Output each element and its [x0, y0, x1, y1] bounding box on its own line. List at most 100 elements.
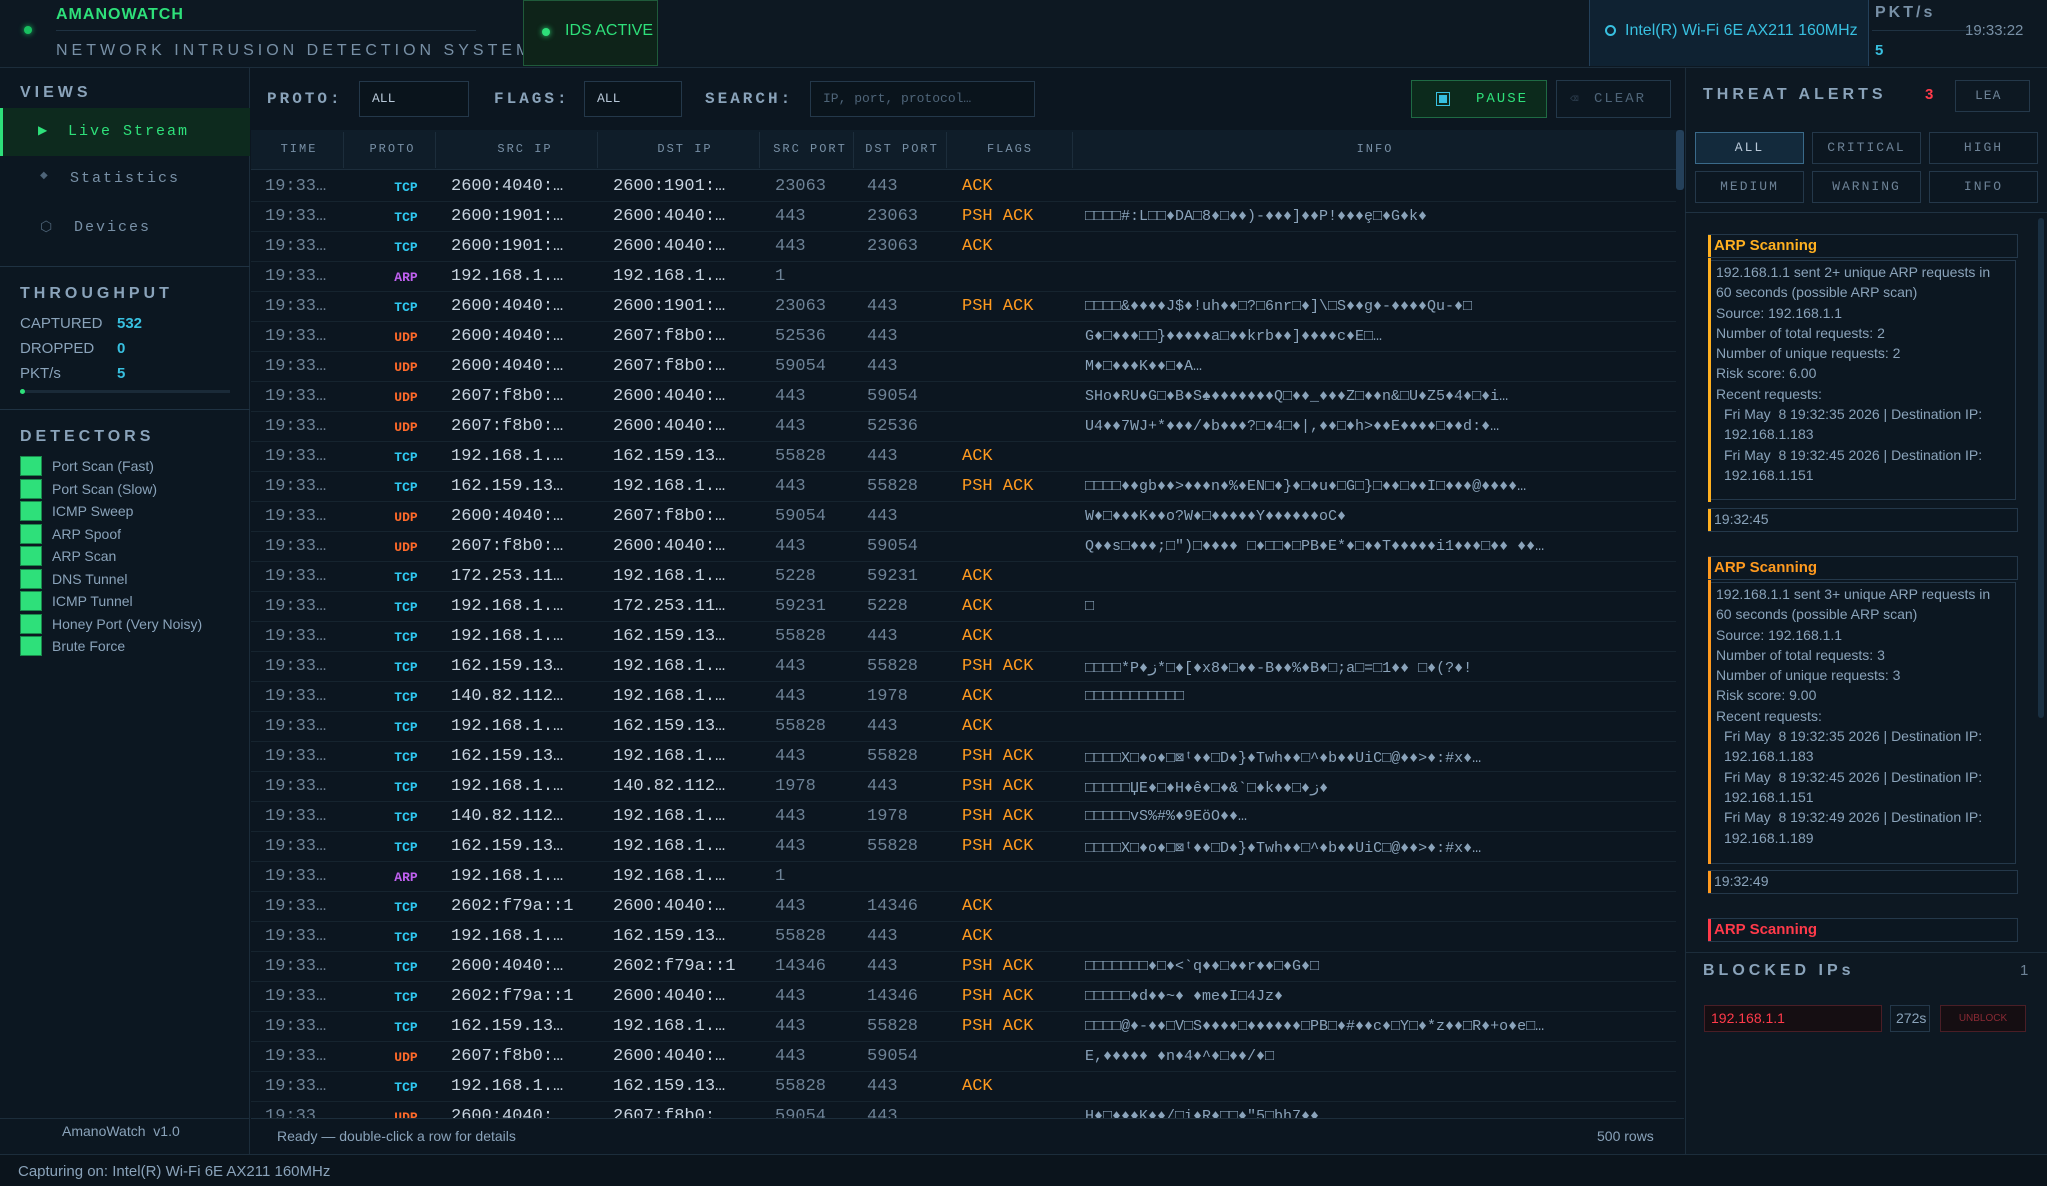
cell-info: □□□□□♦d♦♦~♦ ♦me♦I□4Jz♦: [1085, 988, 1284, 1005]
table-row[interactable]: 19:33… TCP 192.168.1.… 162.159.13… 55828 443 A…: [251, 1072, 1676, 1102]
table-row[interactable]: 19:33… UDP 2607:f8b0:… 2600:4040:… 443 59054 E…: [251, 1042, 1676, 1072]
table-row[interactable]: 19:33… UDP 2600:4040:… 2607:f8b0:… 59054 443 H…: [251, 1102, 1676, 1118]
cell-proto: TCP: [394, 660, 418, 675]
filter-chip-warning[interactable]: WARNING: [1812, 171, 1921, 203]
cell-info: E,♦♦♦♦♦ ♦n♦4♦^♦□♦♦/♦□: [1085, 1048, 1275, 1065]
col-info[interactable]: INFO: [1345, 142, 1405, 156]
table-row[interactable]: 19:33… TCP 2600:1901:… 2600:4040:… 443 23063 A…: [251, 232, 1676, 262]
table-row[interactable]: 19:33… TCP 2600:4040:… 2600:1901:… 23063 443 A…: [251, 172, 1676, 202]
sidebar-item-devices[interactable]: Devices: [74, 219, 151, 236]
alert-request-line: 192.168.1.151: [1724, 788, 1814, 805]
alert-request-line: 192.168.1.189: [1724, 829, 1814, 846]
table-row[interactable]: 19:33… TCP 172.253.11… 192.168.1.… 5228 59231…: [251, 562, 1676, 592]
cell-src-ip: 162.159.13…: [451, 1017, 564, 1036]
col-proto[interactable]: PROTO: [365, 142, 420, 156]
cell-proto: UDP: [394, 1050, 418, 1065]
interface-label[interactable]: Intel(R) Wi-Fi 6E AX211 160MHz: [1625, 22, 1858, 40]
col-src-port[interactable]: SRC PORT: [765, 142, 855, 156]
table-row[interactable]: 19:33… TCP 162.159.13… 192.168.1.… 443 55828 P…: [251, 1012, 1676, 1042]
divider: [946, 132, 947, 168]
detector-toggle[interactable]: [20, 456, 42, 476]
capture-status: Capturing on: Intel(R) Wi-Fi 6E AX211 16…: [18, 1163, 331, 1180]
divider: [759, 132, 760, 168]
filter-chip-critical[interactable]: CRITICAL: [1812, 132, 1921, 164]
col-dst-ip[interactable]: DST IP: [640, 142, 730, 156]
table-row[interactable]: 19:33… TCP 162.159.13… 192.168.1.… 443 55828 P…: [251, 652, 1676, 682]
cell-time: 19:33…: [265, 177, 327, 196]
sidebar-item-statistics[interactable]: Statistics: [70, 170, 180, 187]
table-row[interactable]: 19:33… UDP 2607:f8b0:… 2600:4040:… 443 52536 U…: [251, 412, 1676, 442]
table-scrollbar[interactable]: [1676, 130, 1684, 190]
col-flags[interactable]: FLAGS: [975, 142, 1045, 156]
alert-title: ARP Scanning: [1714, 559, 1818, 576]
cell-src-ip: 192.168.1.…: [451, 927, 564, 946]
table-row[interactable]: 19:33… UDP 2600:4040:… 2607:f8b0:… 59054 443 M…: [251, 352, 1676, 382]
table-row[interactable]: 19:33… TCP 192.168.1.… 172.253.11… 59231 5228…: [251, 592, 1676, 622]
table-row[interactable]: 19:33… TCP 192.168.1.… 162.159.13… 55828 443 A…: [251, 622, 1676, 652]
cell-info: W♦□♦♦♦K♦♦o?W♦□♦♦♦♦♦Y♦♦♦♦♦♦oC♦: [1085, 508, 1347, 525]
detector-label: Honey Port (Very Noisy): [52, 615, 203, 632]
sidebar-item-label[interactable]: Live Stream: [68, 123, 189, 140]
detector-toggle[interactable]: [20, 591, 42, 611]
table-row[interactable]: 19:33… TCP 162.159.13… 192.168.1.… 443 55828 P…: [251, 472, 1676, 502]
table-row[interactable]: 19:33… TCP 2600:4040:… 2602:f79a::1 14346 443…: [251, 952, 1676, 982]
table-row[interactable]: 19:33… TCP 192.168.1.… 162.159.13… 55828 443 A…: [251, 712, 1676, 742]
clear-alerts-label[interactable]: LEA: [1975, 88, 2001, 103]
col-dst-port[interactable]: DST PORT: [857, 142, 947, 156]
table-row[interactable]: 19:33… TCP 192.168.1.… 162.159.13… 55828 443 A…: [251, 442, 1676, 472]
table-row[interactable]: 19:33… ARP 192.168.1.… 192.168.1.… 1: [251, 862, 1676, 892]
clear-button-label[interactable]: ⌫ CLEAR: [1570, 91, 1644, 108]
cell-time: 19:33…: [265, 747, 327, 766]
table-row[interactable]: 19:33… TCP 2602:f79a::1 2600:4040:… 443 14346…: [251, 892, 1676, 922]
alert-line: Risk score: 9.00: [1716, 687, 1817, 704]
cell-src-port: 1978: [775, 777, 816, 796]
cell-flags: ACK: [962, 177, 993, 196]
filter-chip-all[interactable]: ALL: [1695, 132, 1804, 164]
table-row[interactable]: 19:33… TCP 162.159.13… 192.168.1.… 443 55828 P…: [251, 742, 1676, 772]
cell-src-port: 443: [775, 417, 806, 436]
table-row[interactable]: 19:33… TCP 192.168.1.… 162.159.13… 55828 443 A…: [251, 922, 1676, 952]
cell-src-port: 443: [775, 477, 806, 496]
table-row[interactable]: 19:33… TCP 140.82.112… 192.168.1.… 443 1978 AC…: [251, 682, 1676, 712]
table-row[interactable]: 19:33… ARP 192.168.1.… 192.168.1.… 1: [251, 262, 1676, 292]
table-row[interactable]: 19:33… TCP 2600:4040:… 2600:1901:… 23063 443 P…: [251, 292, 1676, 322]
alert-title: ARP Scanning: [1714, 237, 1818, 254]
col-src-ip[interactable]: SRC IP: [480, 142, 570, 156]
cell-flags: ACK: [962, 897, 993, 916]
table-row[interactable]: 19:33… TCP 192.168.1.… 140.82.112… 1978 443 PS…: [251, 772, 1676, 802]
detector-toggle[interactable]: [20, 636, 42, 656]
alerts-scrollbar[interactable]: [2038, 218, 2044, 718]
detector-toggle[interactable]: [20, 523, 42, 544]
table-row[interactable]: 19:33… TCP 2602:f79a::1 2600:4040:… 443 14346…: [251, 982, 1676, 1012]
table-row[interactable]: 19:33… TCP 162.159.13… 192.168.1.… 443 55828 P…: [251, 832, 1676, 862]
detector-toggle[interactable]: [20, 546, 42, 566]
clear-label-text[interactable]: CLEAR: [1594, 91, 1646, 107]
table-row[interactable]: 19:33… UDP 2600:4040:… 2607:f8b0:… 52536 443 G…: [251, 322, 1676, 352]
filter-chip-medium[interactable]: MEDIUM: [1695, 171, 1804, 203]
pause-button-label[interactable]: PAUSE: [1476, 91, 1528, 107]
detector-toggle[interactable]: [20, 568, 42, 589]
filter-chip-high[interactable]: HIGH: [1929, 132, 2038, 164]
table-row[interactable]: 19:33… UDP 2607:f8b0:… 2600:4040:… 443 59054 S…: [251, 382, 1676, 412]
proto-select[interactable]: ALL: [359, 81, 469, 117]
detector-toggle[interactable]: [20, 501, 42, 521]
table-row[interactable]: 19:33… TCP 2600:1901:… 2600:4040:… 443 23063 P…: [251, 202, 1676, 232]
table-row[interactable]: 19:33… TCP 140.82.112… 192.168.1.… 443 1978 PS…: [251, 802, 1676, 832]
cell-flags: PSH ACK: [962, 777, 1034, 796]
table-row[interactable]: 19:33… UDP 2600:4040:… 2607:f8b0:… 59054 443 W…: [251, 502, 1676, 532]
table-row[interactable]: 19:33… UDP 2607:f8b0:… 2600:4040:… 443 59054 Q…: [251, 532, 1676, 562]
alert-details: 192.168.1.1 sent 3+ unique ARP requests …: [1716, 584, 1990, 848]
cell-dst-port: 443: [867, 177, 898, 196]
cell-info: □□□□□□□□□□□: [1085, 688, 1185, 705]
divider: [0, 266, 250, 267]
cell-src-ip: 192.168.1.…: [451, 627, 564, 646]
col-time[interactable]: TIME: [269, 142, 329, 156]
flags-select[interactable]: ALL: [584, 81, 682, 117]
cell-src-port: 55828: [775, 627, 827, 646]
unblock-button[interactable]: UNBLOCK: [1940, 1005, 2026, 1032]
cell-time: 19:33…: [265, 627, 327, 646]
filter-chip-info[interactable]: INFO: [1929, 171, 2038, 203]
detector-toggle[interactable]: [20, 613, 42, 634]
search-input[interactable]: IP, port, protocol…: [810, 81, 1035, 117]
detector-toggle[interactable]: [20, 478, 42, 499]
